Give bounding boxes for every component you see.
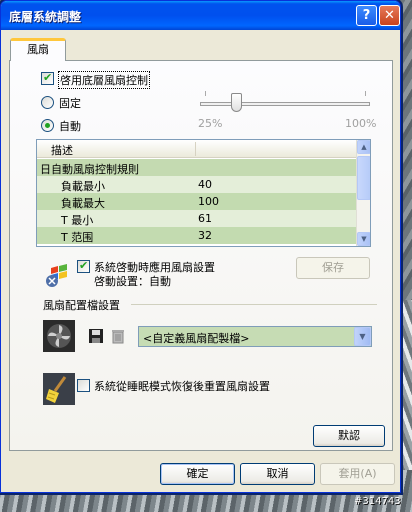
check-icon: ✔ xyxy=(79,259,89,272)
reset-after-sleep-label: 系統從睡眠模式恢復後重置風扇設置 xyxy=(94,380,270,393)
auto-radio[interactable] xyxy=(41,119,54,132)
profile-select[interactable]: <自定義風扇配製檔> ▼ xyxy=(138,326,372,347)
windows-flag-icon xyxy=(43,256,75,288)
fan-icon xyxy=(43,320,75,352)
help-icon[interactable]: ? xyxy=(356,5,377,26)
reset-after-sleep-checkbox[interactable] xyxy=(77,379,90,392)
radio-selected-dot xyxy=(45,123,50,128)
fixed-radio[interactable] xyxy=(41,96,54,109)
auto-radio-label: 自動 xyxy=(59,120,81,133)
table-cell-value: 32 xyxy=(198,229,212,242)
table-cell-name: T 最小 xyxy=(61,214,94,227)
tab-fan[interactable]: 風扇 xyxy=(10,38,66,61)
table-cell-name: 負載最大 xyxy=(61,197,105,210)
delete-profile-icon[interactable] xyxy=(110,328,126,344)
close-icon[interactable]: ✕ xyxy=(379,5,400,26)
save-profile-icon[interactable] xyxy=(88,328,104,344)
startup-status-text: 啓動設置：自動 xyxy=(94,275,171,288)
apply-button[interactable]: 套用(A) xyxy=(320,463,395,485)
tab-fan-label: 風扇 xyxy=(27,43,49,56)
apply-on-startup-checkbox[interactable]: ✔ xyxy=(77,259,90,273)
enable-fan-control-label: 啓用底層風扇控制 xyxy=(58,71,150,89)
fan-speed-slider-track xyxy=(200,102,370,106)
table-header: 描述 xyxy=(37,140,356,158)
scroll-up-icon[interactable]: ▲ xyxy=(357,140,370,154)
header-divider xyxy=(195,142,196,156)
scroll-down-icon[interactable]: ▼ xyxy=(357,232,370,246)
enable-fan-control-checkbox[interactable]: ✔ xyxy=(41,71,54,85)
cancel-button[interactable]: 取消 xyxy=(240,463,315,485)
slider-max-label: 100% xyxy=(345,117,377,130)
table-cell-name: T 范围 xyxy=(61,231,94,244)
table-group-row[interactable]: 日自動風扇控制規則 xyxy=(37,159,356,176)
profile-select-value: <自定義風扇配製檔> xyxy=(143,332,250,345)
check-icon: ✔ xyxy=(43,71,53,84)
table-row[interactable]: 負載最大 100 xyxy=(37,193,356,210)
section-divider xyxy=(131,304,377,305)
scroll-thumb[interactable] xyxy=(357,156,370,200)
table-cell-value: 100 xyxy=(198,195,219,208)
chevron-down-icon[interactable]: ▼ xyxy=(354,327,371,346)
table-group-label: 日自動風扇控制規則 xyxy=(40,163,139,176)
fan-rules-table[interactable]: 描述 日自動風扇控制規則 負載最小 40 負載最大 100 T 最小 61 T … xyxy=(36,139,371,247)
table-cell-name: 負載最小 xyxy=(61,180,105,193)
broom-icon xyxy=(43,373,75,405)
table-scrollbar[interactable]: ▲ ▼ xyxy=(356,140,370,246)
profile-section-label: 風扇配置檔設置 xyxy=(43,299,120,312)
window-title: 底層系統調整 xyxy=(9,10,82,24)
fixed-radio-label: 固定 xyxy=(59,97,81,110)
image-watermark: #314743 xyxy=(354,496,401,507)
table-cell-value: 40 xyxy=(198,178,212,191)
table-row[interactable]: 負載最小 40 xyxy=(37,176,356,193)
title-bar[interactable]: 底層系統調整 ? ✕ xyxy=(1,1,400,30)
table-row[interactable]: T 范围 32 xyxy=(37,227,356,244)
ok-button[interactable]: 確定 xyxy=(160,463,235,485)
fan-speed-slider-thumb[interactable] xyxy=(231,93,242,112)
table-cell-value: 61 xyxy=(198,212,212,225)
default-button[interactable]: 默認 xyxy=(313,425,385,447)
slider-tick xyxy=(205,91,206,96)
slider-tick xyxy=(365,91,366,96)
save-button[interactable]: 保存 xyxy=(296,257,370,279)
dialog-window: 底層系統調整 ? ✕ 風扇 ✔ 啓用底層風扇控制 固定 自動 25% 100% … xyxy=(0,0,401,493)
table-header-description: 描述 xyxy=(51,144,73,157)
slider-min-label: 25% xyxy=(198,117,223,130)
table-row[interactable]: T 最小 61 xyxy=(37,210,356,227)
